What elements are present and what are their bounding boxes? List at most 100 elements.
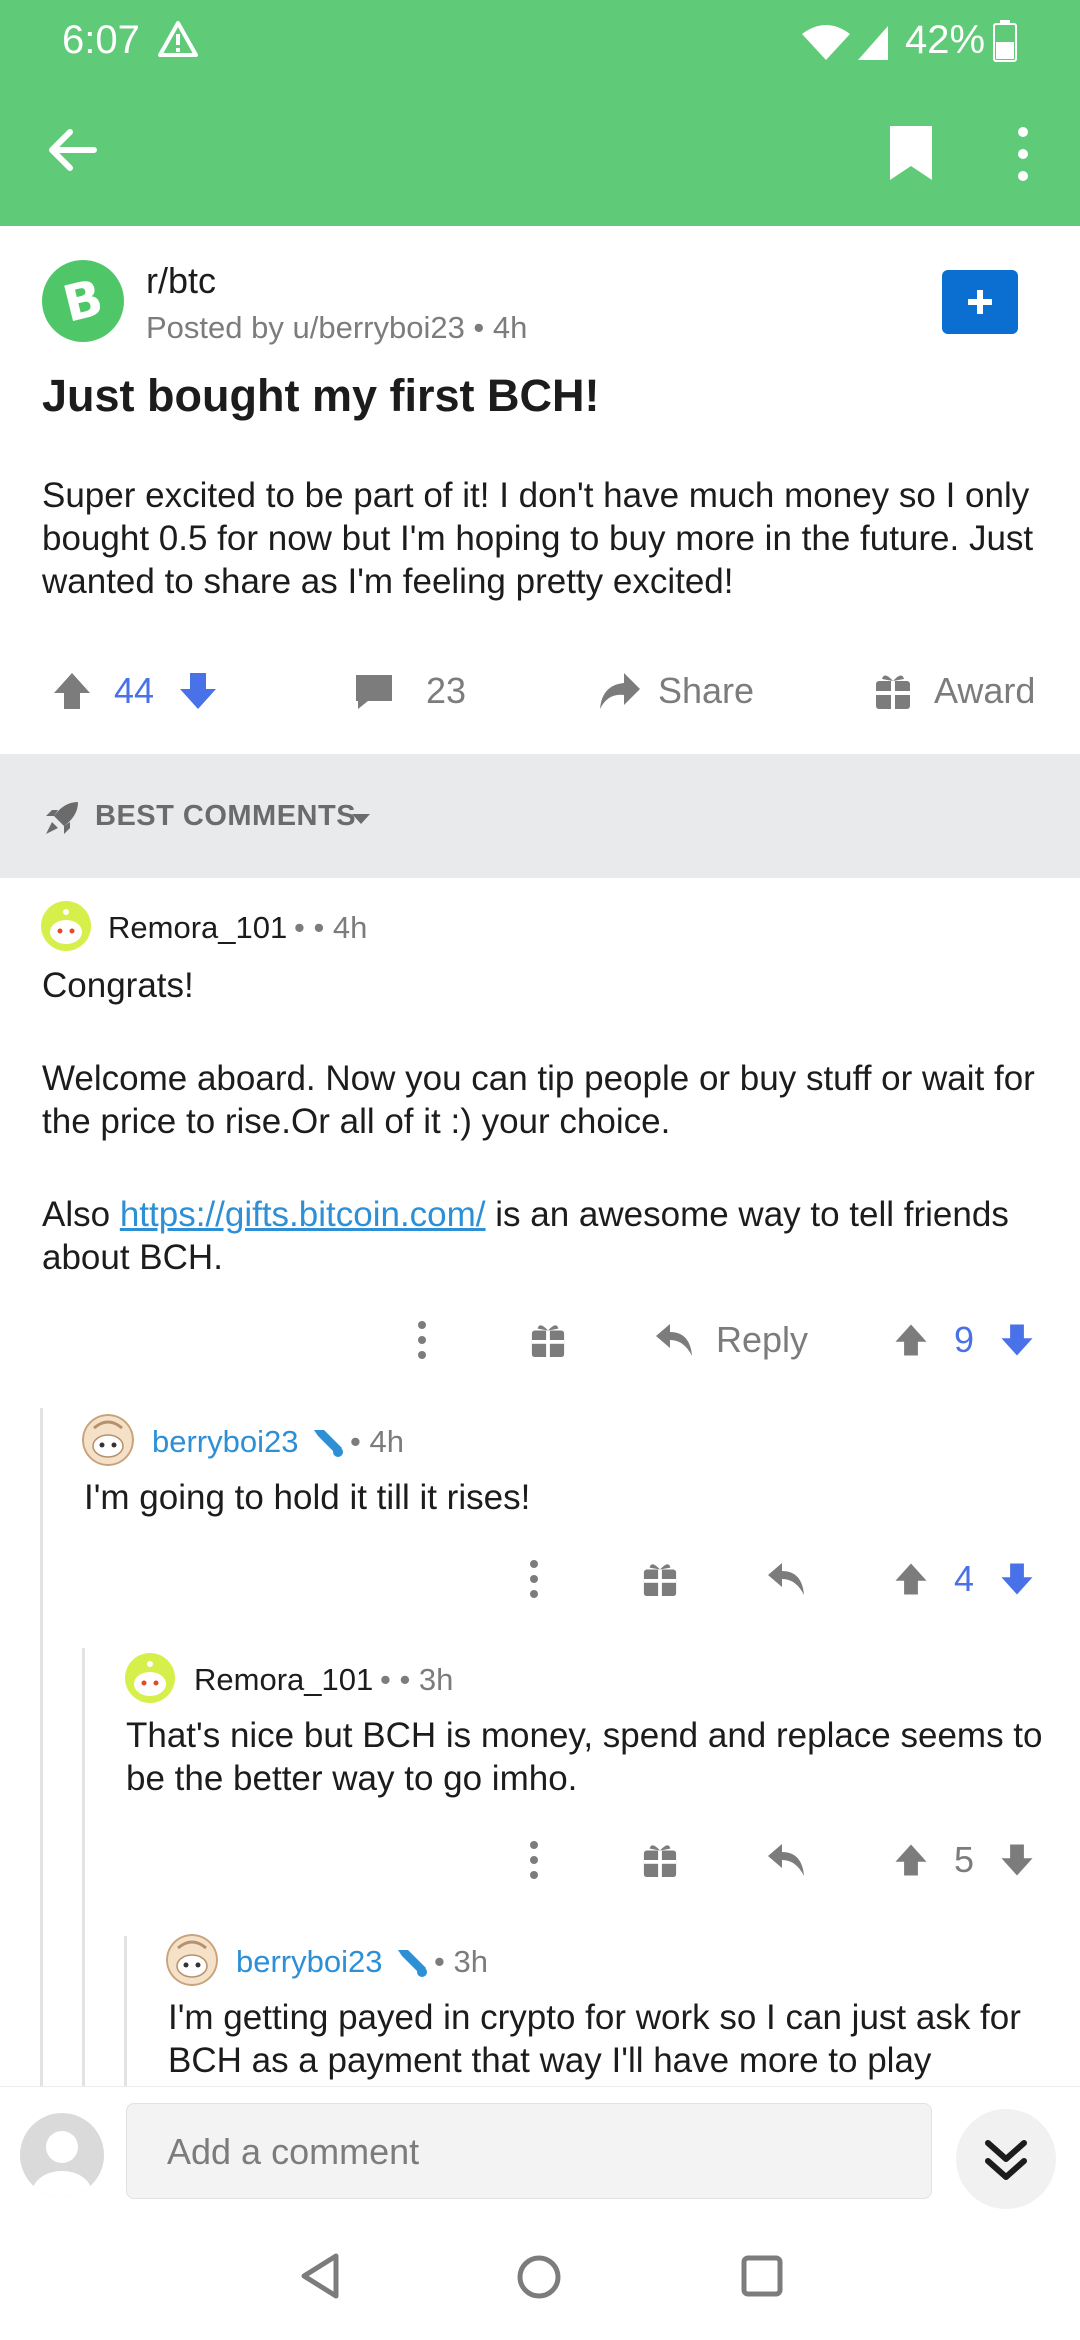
comment-meta: • • 3h: [380, 1662, 454, 1697]
thread-line[interactable]: [40, 1408, 43, 2086]
bookmark-icon[interactable]: [886, 124, 936, 182]
comment-meta: • 3h: [434, 1944, 488, 1979]
post-actions: 44 23 Share Award: [0, 660, 1080, 722]
comment-upvote-button[interactable]: [892, 1549, 930, 1609]
next-comment-button[interactable]: [956, 2109, 1056, 2209]
system-nav-bar: [0, 2216, 1080, 2340]
person-icon: [32, 2131, 92, 2197]
avatar[interactable]: [82, 1414, 134, 1466]
comment-text: I'm getting payed in crypto for work so …: [168, 1998, 1021, 2080]
post-score: 44: [114, 670, 155, 711]
comment-text: That's nice but BCH is money, spend and …: [126, 1716, 1043, 1798]
comment-upvote-button[interactable]: [892, 1310, 930, 1370]
comment-award-button[interactable]: [642, 1549, 678, 1609]
comment-reply-button[interactable]: Reply: [654, 1310, 808, 1370]
comment-upvote-button[interactable]: [892, 1830, 930, 1890]
comment-actions: 4: [0, 1549, 1080, 1609]
comment-award-button[interactable]: [642, 1830, 678, 1890]
comment-downvote-button[interactable]: [998, 1830, 1036, 1890]
comment-more-button[interactable]: [526, 1549, 542, 1609]
subreddit-icon[interactable]: B: [42, 260, 124, 342]
comment-text: Welcome aboard. Now you can tip people o…: [42, 1059, 1035, 1141]
upvote-arrow-icon: [895, 1324, 927, 1356]
post-upvote-button[interactable]: [50, 660, 94, 722]
thread-line[interactable]: [124, 1936, 127, 2086]
comment-more-button[interactable]: [414, 1310, 430, 1370]
downvote-arrow-icon: [180, 673, 216, 709]
join-subreddit-button[interactable]: [942, 270, 1018, 334]
downvote-arrow-icon: [1001, 1563, 1033, 1595]
gift-icon: [643, 1564, 677, 1597]
comment-downvote-button[interactable]: [998, 1310, 1036, 1370]
comment-text-prefix: Also: [42, 1195, 120, 1234]
comment-sort-bar[interactable]: BEST COMMENTS: [0, 754, 1080, 878]
warning-icon: [158, 21, 198, 57]
comment-bubble-icon: [356, 675, 392, 709]
post-award-button[interactable]: Award: [874, 660, 1035, 722]
comment-author[interactable]: Remora_101: [108, 910, 287, 946]
svg-text:B: B: [57, 268, 108, 334]
nav-back-icon[interactable]: [298, 2252, 342, 2300]
reply-arrow-icon: [768, 1844, 804, 1876]
rocket-icon: [46, 802, 78, 834]
comment-more-button[interactable]: [526, 1830, 542, 1890]
avatar[interactable]: [40, 900, 92, 952]
comment-meta: • • 4h: [294, 910, 368, 945]
more-options-icon[interactable]: [1006, 126, 1040, 182]
comment-actions: Reply 9: [0, 1310, 1080, 1370]
more-options-icon: [530, 1560, 538, 1598]
battery-percent: 42%: [905, 18, 986, 62]
nav-home-icon[interactable]: [516, 2254, 562, 2300]
comment-author[interactable]: berryboi23: [236, 1944, 382, 1980]
double-chevron-down-icon: [985, 2140, 1027, 2180]
comment-reply-button[interactable]: [766, 1830, 806, 1890]
comment-compose-bar: Add a comment: [0, 2086, 1080, 2216]
sort-label: BEST COMMENTS: [95, 800, 357, 832]
wifi-icon: [802, 25, 850, 60]
gift-icon: [531, 1325, 565, 1358]
nav-recents-icon[interactable]: [740, 2254, 784, 2298]
downvote-arrow-icon: [1001, 1844, 1033, 1876]
post-comments-button[interactable]: 23: [352, 660, 466, 722]
post-share-button[interactable]: Share: [596, 660, 754, 722]
post-meta: Posted by u/berryboi23 • 4h: [146, 310, 528, 345]
downvote-arrow-icon: [1001, 1324, 1033, 1356]
op-badge-icon: [314, 1430, 343, 1457]
battery-icon: [993, 20, 1017, 62]
share-arrow-icon: [600, 673, 640, 709]
cell-signal-icon: [858, 26, 888, 60]
add-comment-input[interactable]: Add a comment: [126, 2103, 932, 2199]
gift-icon: [643, 1845, 677, 1878]
comment-score: 5: [954, 1839, 975, 1880]
post-downvote-button[interactable]: [176, 660, 220, 722]
avatar[interactable]: [166, 1934, 218, 1986]
comment-text: I'm going to hold it till it rises!: [84, 1478, 531, 1517]
comment-text: Congrats!: [42, 966, 194, 1005]
post-comment-count: 23: [426, 670, 467, 711]
bitcoin-cash-icon: B: [57, 268, 108, 334]
comment-author[interactable]: berryboi23: [152, 1424, 298, 1460]
more-options-icon: [530, 1841, 538, 1879]
more-options-icon: [418, 1321, 426, 1359]
gift-icon: [876, 675, 910, 709]
status-bar: 6:07 42%: [0, 0, 1080, 80]
post-title: Just bought my first BCH!: [42, 370, 600, 421]
back-arrow-icon[interactable]: [44, 122, 100, 178]
reply-label: Reply: [716, 1319, 809, 1360]
gifts-link[interactable]: https://gifts.bitcoin.com/: [120, 1195, 486, 1234]
comment-score: 9: [954, 1319, 975, 1360]
chevron-down-icon: [352, 814, 370, 824]
comment-meta: • 4h: [350, 1424, 404, 1459]
avatar[interactable]: [124, 1652, 176, 1704]
comment-downvote-button[interactable]: [998, 1549, 1036, 1609]
comment-author[interactable]: Remora_101: [194, 1662, 373, 1698]
reply-arrow-icon: [768, 1563, 804, 1595]
app-header: 6:07 42%: [0, 0, 1080, 226]
subreddit-name[interactable]: r/btc: [146, 260, 216, 302]
status-time: 6:07: [62, 18, 140, 62]
user-avatar[interactable]: [20, 2113, 104, 2197]
upvote-arrow-icon: [895, 1563, 927, 1595]
comment-reply-button[interactable]: [766, 1549, 806, 1609]
comment-award-button[interactable]: [530, 1310, 566, 1370]
op-badge-icon: [398, 1950, 427, 1977]
